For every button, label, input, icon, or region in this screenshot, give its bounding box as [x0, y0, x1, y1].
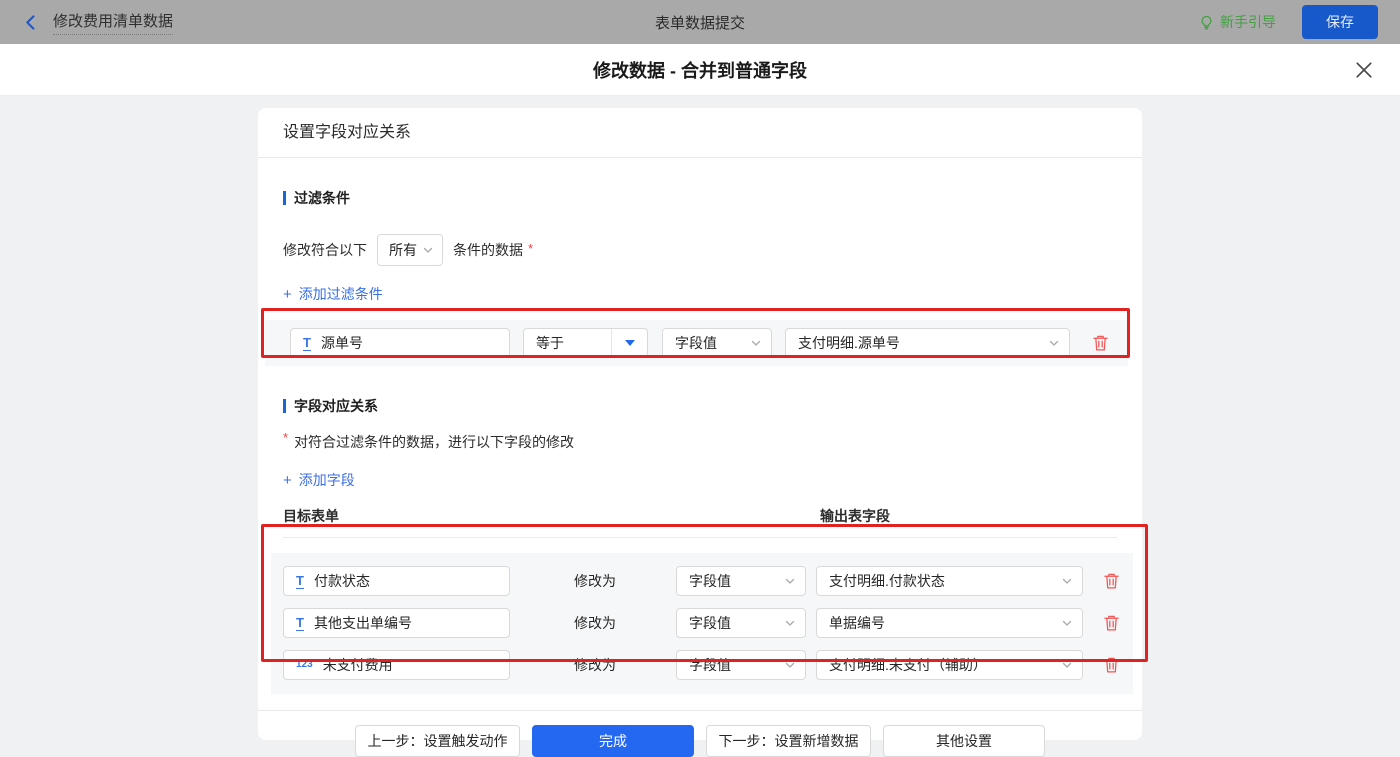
value-type-select[interactable]: 字段值: [676, 566, 806, 596]
column-target-form: 目标表单: [283, 506, 820, 526]
text-field-icon: T: [303, 336, 311, 351]
add-filter-condition-link[interactable]: + 添加过滤条件: [283, 284, 383, 304]
add-field-link[interactable]: + 添加字段: [283, 470, 355, 490]
match-condition-line: 修改符合以下 所有 条件的数据 *: [283, 234, 1117, 266]
chevron-down-icon: [750, 337, 762, 349]
target-field-input[interactable]: T 其他支出单编号: [283, 608, 510, 638]
filter-field-input[interactable]: T 源单号: [290, 328, 510, 358]
save-button[interactable]: 保存: [1302, 5, 1378, 39]
delete-icon[interactable]: [1103, 656, 1120, 674]
value-type-select[interactable]: 字段值: [676, 608, 806, 638]
chevron-down-icon: [784, 575, 796, 587]
delete-icon[interactable]: [1092, 334, 1109, 352]
text-field-icon: T: [296, 574, 304, 589]
chevron-down-icon: [1061, 575, 1073, 587]
value-select[interactable]: 支付明细.源单号: [785, 328, 1070, 358]
text-field-icon: T: [296, 616, 304, 631]
mapping-rows: T 付款状态 修改为 字段值 支付明细.付款状态: [271, 553, 1133, 694]
output-field-select[interactable]: 支付明细.付款状态: [816, 566, 1083, 596]
settings-card: 设置字段对应关系 过滤条件 修改符合以下 所有 条件的数据 * + 添加过滤条件…: [258, 108, 1142, 740]
plus-icon: +: [283, 472, 292, 489]
match-type-select[interactable]: 所有: [377, 234, 443, 266]
mapping-row: T 付款状态 修改为 字段值 支付明细.付款状态: [271, 560, 1133, 602]
delete-icon[interactable]: [1103, 614, 1120, 632]
page-title: 表单数据提交: [0, 12, 1400, 33]
dialog-content: 设置字段对应关系 过滤条件 修改符合以下 所有 条件的数据 * + 添加过滤条件…: [0, 96, 1400, 755]
next-step-button[interactable]: 下一步：设置新增数据: [706, 725, 871, 757]
column-output-field: 输出表字段: [820, 506, 890, 526]
section-marker: [283, 191, 286, 205]
back-icon[interactable]: [22, 14, 39, 31]
card-title: 设置字段对应关系: [258, 108, 1142, 158]
chevron-down-icon: [1061, 659, 1073, 671]
dialog-header: 修改数据 - 合并到普通字段: [0, 44, 1400, 96]
target-field-input[interactable]: 123 未支付费用: [283, 650, 510, 680]
section-marker: [283, 399, 286, 413]
value-type-select[interactable]: 字段值: [662, 328, 772, 358]
output-field-select[interactable]: 单据编号: [816, 608, 1083, 638]
operator-caret-button[interactable]: [611, 329, 647, 357]
done-button[interactable]: 完成: [532, 725, 694, 757]
guide-link[interactable]: 新手引导: [1199, 12, 1276, 32]
required-mark: *: [528, 241, 533, 256]
prev-step-button[interactable]: 上一步：设置触发动作: [355, 725, 520, 757]
chevron-down-icon: [1048, 337, 1060, 349]
mapping-table-header: 目标表单 输出表字段: [283, 506, 1117, 538]
card-footer: 上一步：设置触发动作 完成 下一步：设置新增数据 其他设置: [258, 710, 1142, 757]
match-prefix: 修改符合以下: [283, 240, 367, 260]
filter-condition-row: T 源单号 等于 字段值 支付明细.源单号: [265, 320, 1128, 366]
chevron-down-icon: [1061, 617, 1073, 629]
modify-label: 修改为: [574, 571, 626, 591]
mapping-row: 123 未支付费用 修改为 字段值 支付明细.未支付（辅助）: [271, 644, 1133, 686]
chevron-down-icon: [422, 244, 434, 256]
filter-section-title: 过滤条件: [283, 188, 1117, 208]
target-field-input[interactable]: T 付款状态: [283, 566, 510, 596]
output-field-select[interactable]: 支付明细.未支付（辅助）: [816, 650, 1083, 680]
modify-label: 修改为: [574, 613, 626, 633]
close-icon[interactable]: [1354, 60, 1374, 80]
caret-down-icon: [625, 340, 635, 346]
operator-select[interactable]: 等于: [523, 328, 648, 358]
mapping-description: * 对符合过滤条件的数据，进行以下字段的修改: [283, 432, 1117, 452]
mapping-section-title: 字段对应关系: [283, 396, 1117, 416]
required-mark: *: [283, 430, 288, 445]
topbar: 表单数据提交 修改费用清单数据 新手引导 保存: [0, 0, 1400, 44]
guide-label: 新手引导: [1220, 12, 1276, 32]
plus-icon: +: [283, 286, 292, 303]
chevron-down-icon: [784, 617, 796, 629]
mapping-row: T 其他支出单编号 修改为 字段值 单据编号: [271, 602, 1133, 644]
chevron-down-icon: [784, 659, 796, 671]
modify-label: 修改为: [574, 655, 626, 675]
match-suffix: 条件的数据: [453, 240, 523, 260]
delete-icon[interactable]: [1103, 572, 1120, 590]
number-field-icon: 123: [296, 660, 313, 671]
value-type-select[interactable]: 字段值: [676, 650, 806, 680]
dialog-title: 修改数据 - 合并到普通字段: [593, 57, 807, 83]
lightbulb-icon: [1199, 15, 1214, 30]
other-settings-button[interactable]: 其他设置: [883, 725, 1045, 757]
flow-title[interactable]: 修改费用清单数据: [53, 10, 173, 35]
